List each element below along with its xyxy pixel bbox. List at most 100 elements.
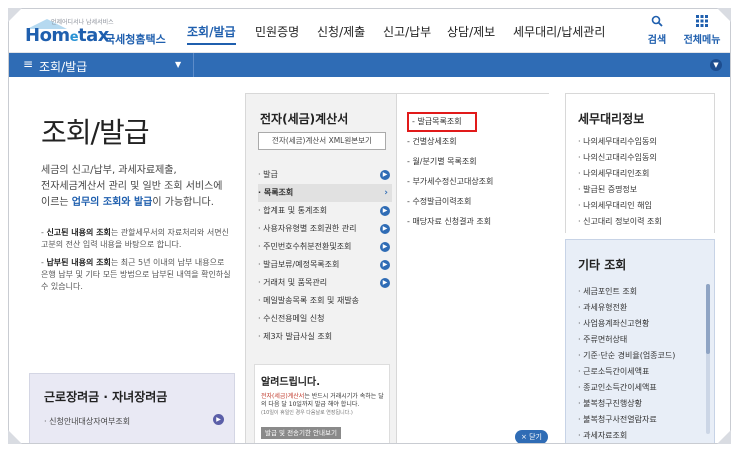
tax-agent-item-label: 나의신고대리수임동의 [583,153,657,162]
xml-original-button[interactable]: 전자(세금)계산서 XML원본보기 [258,132,386,150]
tax-agent-item[interactable]: · 나의세무대리수임동의 [578,134,712,150]
etax-panel-title: 전자(세금)계산서 [260,112,349,126]
top-navigation: 언제어디서나 납세서비스 Hometax 국세청홈택스 조회/발급 민원증명 신… [9,9,730,53]
intro-notes: - 신고된 내용의 조회는 관할세무서의 자료처리와 서면신고분의 전산 입력 … [41,227,231,299]
other-inquiry-item[interactable]: · 주류면허상태 [578,332,712,348]
submenu-item-amend-history[interactable]: - 수정발급이력조회 [407,192,547,212]
tax-agent-item[interactable]: · 신고대리 정보이력 조회 [578,214,712,230]
etax-item-third-party[interactable]: · 제3자 발급사실 조회 [258,328,392,346]
etax-item-summary-stats[interactable]: · 합계표 및 통계조회 ▶ [258,202,392,220]
other-inquiry-item[interactable]: · 불복청구진행상황 [578,396,712,412]
incentive-go-icon[interactable]: ▶ [213,414,224,425]
submenu-item-request-result[interactable]: - 매당자료 신청결과 조회 [407,212,547,232]
tax-agent-title: 세무대리정보 [578,112,645,126]
intro-desc-line-3c: 이 가능합니다. [152,197,214,208]
tax-agent-item[interactable]: · 발급된 증명정보 [578,182,712,198]
logo-brand-hom: Hom [25,25,70,46]
corner-decoration [717,8,731,22]
search-button[interactable]: 검색 [639,15,675,46]
close-button[interactable]: × 닫기 [515,430,548,443]
tax-agent-item[interactable]: · 나의세무대리인 해임 [578,198,712,214]
submenu-item-monthly[interactable]: - 월/분기별 목록조회 [407,152,547,172]
logo-brand-e: e [69,30,79,45]
note-paid-title: 납부된 내용의 조회 [46,258,111,267]
other-inquiry-item[interactable]: · 근로소득간이세액표 [578,364,712,380]
nav-item-certificates[interactable]: 민원증명 [255,23,299,40]
tax-agent-item-label: 나의세무대리수임동의 [583,137,657,146]
incentive-title: 근로장려금 · 자녀장려금 [44,390,168,404]
submenu-item-label: 수정발급이력조회 [412,197,472,206]
hamburger-icon[interactable]: ≡ [23,57,33,71]
tax-agent-info-panel: 세무대리정보 · 나의세무대리수임동의 · 나의신고대리수임동의 · 나의세무대… [565,93,715,233]
other-inquiry-item[interactable]: · 기준·단순 경비율(업종코드) [578,348,712,364]
intro-desc-line-2: 전자세금계산서 관리 및 일반 조회 서비스에 [41,181,223,192]
page-frame: 언제어디서나 납세서비스 Hometax 국세청홈택스 조회/발급 민원증명 신… [8,8,731,444]
category-title[interactable]: 조회/발급 [39,58,87,75]
etax-item-label: 수신전용메일 신청 [263,314,325,323]
etax-item-list-inquiry[interactable]: · 목록조회 › [258,184,392,202]
nav-item-consulting[interactable]: 상담/제보 [447,23,495,40]
submenu-item-issue-list[interactable]: - 발급목록조회 [407,112,477,132]
intro-desc-line-1: 세금의 신고/납부, 과세자료제출, [41,165,177,176]
dropdown-caret-icon[interactable]: ▼ [175,60,181,69]
nav-item-application[interactable]: 신청/제출 [317,23,365,40]
notice-text-highlight: 전자(세금)계산서 [261,393,305,400]
etax-item-issue[interactable]: · 발급 ▶ [258,166,392,184]
incentive-box: 근로장려금 · 자녀장려금 · 신청안내대상자여부조회 ▶ [29,373,235,443]
other-inquiry-item[interactable]: · 사업용계좌신고현황 [578,316,712,332]
etax-item-label: 목록조회 [263,188,294,197]
other-inquiry-item-label: 불복청구진행상황 [583,399,642,408]
submenu-item-label: 매당자료 신청결과 조회 [412,217,492,226]
tax-agent-item-label: 나의세무대리인조회 [583,169,650,178]
scrollbar-thumb[interactable] [706,284,710,354]
other-inquiry-item[interactable]: · 과세유형전환 [578,300,712,316]
other-inquiry-item[interactable]: · 불복청구사전열람자료 [578,412,712,428]
tax-agent-item[interactable]: · 나의신고대리수임동의 [578,150,712,166]
etax-item-partner-products[interactable]: · 거래처 및 품목관리 ▶ [258,274,392,292]
etax-item-receive-mail[interactable]: · 수신전용메일 신청 [258,310,392,328]
arrow-right-icon: ▶ [380,206,390,216]
etax-item-label: 사용자유형별 조회권한 관리 [263,224,357,233]
submenu-item-vat-amend[interactable]: - 부가세수정신고대상조회 [407,172,547,192]
expand-chevron-icon[interactable]: ▼ [710,59,722,71]
other-inquiry-item[interactable]: · 과세자료조회 [578,428,712,443]
submenu-item-detail[interactable]: - 건별상세조회 [407,132,547,152]
etax-item-user-permissions[interactable]: · 사용자유형별 조회권한 관리 ▶ [258,220,392,238]
note-paid: - 납부된 내용의 조회는 최근 5년 이내의 납부 내용으로 은행 납부 및 … [41,258,231,291]
submenu-item-label: 부가세수정신고대상조회 [412,177,494,186]
etax-item-label: 거래처 및 품목관리 [263,278,328,287]
intro-desc-highlight: 업무의 조회와 발급 [71,197,153,208]
notice-title: 알려드립니다. [261,377,320,388]
hometax-logo[interactable]: 언제어디서나 납세서비스 Hometax 국세청홈택스 [25,17,175,47]
deadline-guide-button[interactable]: 발급 및 전송기한 안내보기 [261,427,341,439]
submenu-item-label: 월/분기별 목록조회 [412,157,477,166]
etax-item-label: 발급 [263,170,278,179]
nav-item-tax-agent[interactable]: 세무대리/납세관리 [513,23,605,40]
arrow-right-icon: ▶ [380,242,390,252]
etax-item-mail-resend[interactable]: · 메일발송목록 조회 및 재발송 [258,292,392,310]
intro-section: 조회/발급 세금의 신고/납부, 과세자료제출, 전자세금계산서 관리 및 일반… [9,77,237,443]
etax-item-hold-scheduled[interactable]: · 발급보류/예정목록조회 ▶ [258,256,392,274]
nav-item-inquiry-issue[interactable]: 조회/발급 [187,23,236,45]
other-inquiry-panel: 기타 조회 · 세금포인트 조회 · 과세유형전환 · 사업용계좌신고현황 · … [565,239,715,443]
all-menu-label: 전체메뉴 [683,35,721,46]
etax-item-label: 주민번호수취분전환및조회 [263,242,352,251]
submenu-item-label: 건별상세조회 [412,137,457,146]
other-inquiry-scrollbar[interactable] [706,284,710,434]
other-inquiry-item[interactable]: · 종교인소득간이세액표 [578,380,712,396]
tax-agent-item[interactable]: · 나의세무대리인조회 [578,166,712,182]
nav-item-report-payment[interactable]: 신고/납부 [383,23,431,40]
etax-item-label: 메일발송목록 조회 및 재발송 [263,296,360,305]
arrow-right-icon: ▶ [380,278,390,288]
incentive-item[interactable]: · 신청안내대상자여부조회 [44,416,130,427]
corner-decoration [8,430,22,444]
other-inquiry-item-label: 종교인소득간이세액표 [583,383,657,392]
submenu-item-label: 발급목록조회 [417,117,462,126]
etax-item-rrn-conversion[interactable]: · 주민번호수취분전환및조회 ▶ [258,238,392,256]
arrow-right-icon: ▶ [380,224,390,234]
other-inquiry-item[interactable]: · 세금포인트 조회 [578,284,712,300]
intro-description: 세금의 신고/납부, 과세자료제출, 전자세금계산서 관리 및 일반 조회 서비… [41,163,231,211]
arrow-right-icon: ▶ [380,260,390,270]
intro-desc-line-3: 이르는 업무의 조회와 발급이 가능합니다. [41,195,231,211]
other-inquiry-item-label: 사업용계좌신고현황 [583,319,650,328]
